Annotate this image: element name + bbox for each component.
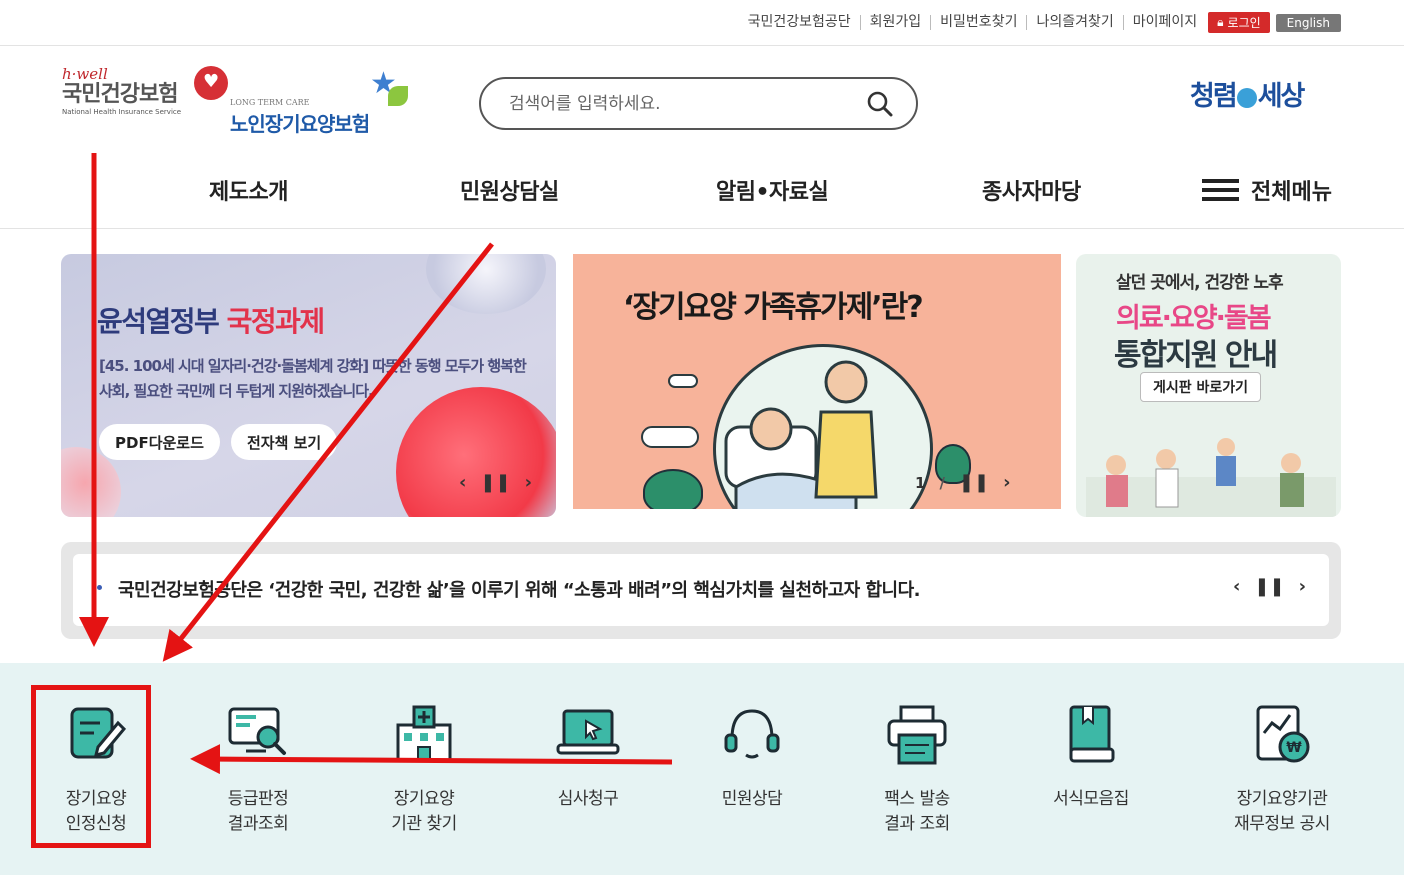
page-separator: /	[939, 473, 945, 492]
english-button[interactable]: English	[1275, 13, 1341, 32]
banner-family-leave[interactable]: ‘장기요양 가족휴가제’란? 1 / ❚❚ ›	[573, 254, 1061, 509]
banner-support-line1: 살던 곳에서, 건강한 노후	[1116, 273, 1284, 293]
ltc-logo[interactable]: LONG TERM CARE 노인장기요양보험 ★	[230, 66, 420, 136]
hospital-building-icon	[392, 703, 456, 767]
login-button[interactable]: 🔒︎ 로그인	[1208, 12, 1270, 33]
quick-label: 심사청구	[557, 789, 619, 809]
notice-controls: ‹ ❚❚ ›	[1233, 576, 1306, 597]
ltc-logo-en: LONG TERM CARE	[230, 98, 310, 107]
search-box	[479, 77, 918, 130]
banner-policy-title: 윤석열정부 국정과제	[97, 305, 325, 338]
quick-label: 서식모음집	[1053, 789, 1129, 809]
link-favorites[interactable]: 나의즐겨찾기	[1027, 15, 1124, 30]
lock-icon: 🔒︎	[1217, 15, 1224, 29]
next-icon[interactable]: ›	[1299, 576, 1306, 597]
link-signup[interactable]: 회원가입	[861, 15, 932, 30]
nav-notice-archive[interactable]: 알림•자료실	[716, 174, 829, 206]
decor-circle	[396, 387, 556, 517]
cloud-icon	[668, 374, 698, 388]
nav-system-intro[interactable]: 제도소개	[209, 174, 288, 206]
hamburger-icon	[1202, 174, 1239, 206]
slogan-dot-icon	[1236, 87, 1257, 108]
bullet-icon	[97, 585, 102, 590]
quick-civil-consult[interactable]: 민원상담	[677, 703, 827, 812]
quick-label: 민원상담	[721, 789, 783, 809]
cloud-icon	[641, 426, 699, 448]
quick-label: 장기요양기관 재무정보 공시	[1234, 789, 1330, 834]
banner-policy[interactable]: 윤석열정부 국정과제 [45. 100세 시대 일자리·건강·돌봄체계 강화] …	[61, 254, 556, 517]
fax-printer-icon	[885, 703, 949, 767]
nav-workers[interactable]: 종사자마당	[982, 174, 1081, 206]
next-icon[interactable]: ›	[525, 472, 532, 493]
login-label: 로그인	[1227, 16, 1261, 30]
financial-document-icon: ₩	[1250, 703, 1314, 767]
banner-page-number: 1	[915, 473, 926, 492]
utility-links: 국민건강보험공단 회원가입 비밀번호찾기 나의즐겨찾기 마이페이지 🔒︎ 로그인…	[739, 12, 1341, 33]
all-menu-label: 전체메뉴	[1251, 180, 1332, 205]
laptop-cursor-icon	[556, 703, 620, 767]
banner-integrated-support[interactable]: 살던 곳에서, 건강한 노후 의료·요양·돌봄 통합지원 안내 게시판 바로가기	[1076, 254, 1341, 517]
board-shortcut-button[interactable]: 게시판 바로가기	[1140, 372, 1262, 402]
svg-text:₩: ₩	[1286, 740, 1302, 756]
all-menu-button[interactable]: 전체메뉴	[1202, 174, 1332, 206]
next-icon[interactable]: ›	[1003, 472, 1010, 493]
prev-icon[interactable]: ‹	[459, 472, 466, 493]
banner-policy-controls: ‹ ❚❚ ›	[459, 472, 532, 493]
heart-icon	[194, 66, 228, 100]
nav-civil-service[interactable]: 민원상담실	[460, 174, 559, 206]
banner-family-leave-title: ‘장기요양 가족휴가제’란?	[623, 290, 924, 325]
leaf-icon	[388, 86, 408, 106]
caregiver-illustration	[713, 344, 933, 509]
link-nhis[interactable]: 국민건강보험공단	[739, 15, 861, 30]
quick-label: 장기요양 기관 찾기	[391, 789, 457, 834]
pause-icon[interactable]: ❚❚	[480, 472, 510, 493]
slogan-left: 청렴	[1190, 81, 1238, 112]
bush-icon	[643, 469, 703, 509]
utility-bar: 국민건강보험공단 회원가입 비밀번호찾기 나의즐겨찾기 마이페이지 🔒︎ 로그인…	[0, 0, 1404, 46]
quick-find-institution[interactable]: 장기요양 기관 찾기	[349, 703, 499, 837]
quick-financial-disclosure[interactable]: ₩ 장기요양기관 재무정보 공시	[1207, 703, 1357, 837]
pause-icon[interactable]: ❚❚	[1254, 576, 1284, 597]
banner-family-controls: 1 / ❚❚ ›	[915, 472, 1011, 493]
quick-review-claim[interactable]: 심사청구	[513, 703, 663, 812]
quick-grade-result[interactable]: 등급판정 결과조회	[183, 703, 333, 837]
people-illustration	[1086, 438, 1336, 517]
ltc-logo-text: 노인장기요양보험	[230, 112, 370, 136]
book-icon	[1059, 703, 1123, 767]
ebook-button[interactable]: 전자책 보기	[231, 424, 338, 460]
slogan-right: 세상	[1257, 81, 1306, 112]
integrity-slogan-logo[interactable]: 청렴 세상	[1190, 74, 1306, 113]
monitor-search-icon	[226, 703, 290, 767]
quick-label: 등급판정 결과조회	[227, 789, 289, 834]
banner-support-line3: 통합지원 안내	[1114, 338, 1278, 373]
prev-icon[interactable]: ‹	[1233, 576, 1240, 597]
highlight-box	[31, 685, 151, 848]
banner-policy-desc: [45. 100세 시대 일자리·건강·돌봄체계 강화] 따뜻한 동행 모두가 …	[99, 357, 527, 400]
quick-label: 팩스 발송 결과 조회	[884, 789, 950, 834]
pdf-download-button[interactable]: PDF다운로드	[99, 424, 220, 460]
nhis-logo[interactable]: h·well 국민건강보험 National Health Insurance …	[62, 66, 232, 136]
link-mypage[interactable]: 마이페이지	[1124, 15, 1206, 30]
search-input[interactable]	[509, 91, 849, 117]
notice-bar: 국민건강보험공단은 ‘건강한 국민, 건강한 삶’을 이루기 위해 “소통과 배…	[61, 542, 1341, 639]
notice-text[interactable]: 국민건강보험공단은 ‘건강한 국민, 건강한 삶’을 이루기 위해 “소통과 배…	[118, 576, 921, 602]
notice-inner: 국민건강보험공단은 ‘건강한 국민, 건강한 삶’을 이루기 위해 “소통과 배…	[73, 554, 1329, 626]
nhis-logo-en: National Health Insurance Service	[62, 108, 182, 116]
pause-icon[interactable]: ❚❚	[959, 472, 989, 493]
quick-form-collection[interactable]: 서식모음집	[1016, 703, 1166, 812]
link-find-password[interactable]: 비밀번호찾기	[931, 15, 1028, 30]
headset-icon	[720, 703, 784, 767]
decor-circle	[426, 254, 546, 314]
quick-menu: 장기요양 인정신청 등급판정 결과조회 장기요양 기관 찾기 심사청구 민원상담…	[0, 663, 1404, 875]
main-navigation: 제도소개 민원상담실 알림•자료실 종사자마당 전체메뉴	[0, 150, 1404, 229]
search-icon[interactable]	[866, 90, 894, 122]
quick-fax-result[interactable]: 팩스 발송 결과 조회	[842, 703, 992, 837]
